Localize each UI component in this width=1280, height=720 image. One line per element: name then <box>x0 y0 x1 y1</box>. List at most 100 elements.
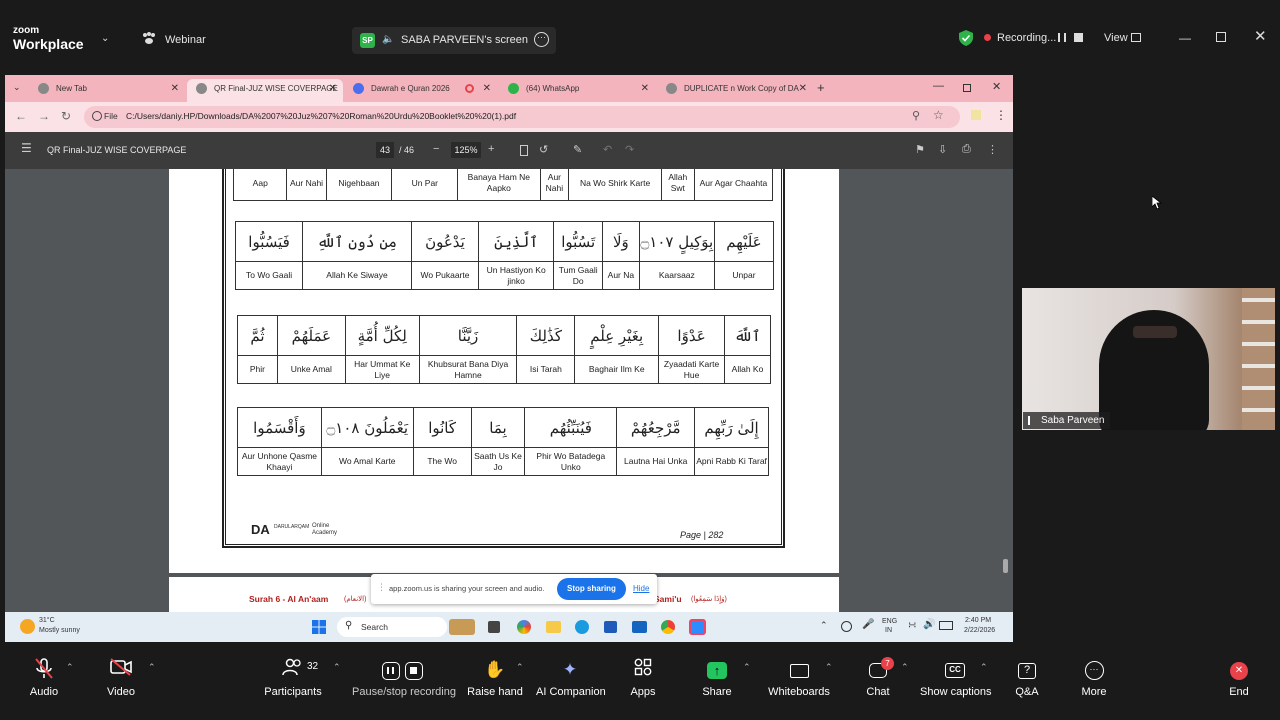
taskbar-search[interactable]: ⚲ Search <box>337 617 447 637</box>
apps-button[interactable]: Apps <box>628 658 658 698</box>
annotate-icon[interactable]: ✎ <box>573 143 582 156</box>
volume-icon[interactable]: 🔊 <box>923 619 935 630</box>
audio-options-caret-icon[interactable]: ⌃ <box>66 662 74 673</box>
page-total: / 46 <box>399 145 415 155</box>
video-button[interactable]: Video <box>102 658 140 698</box>
file-explorer-icon[interactable] <box>546 621 561 633</box>
copilot-icon[interactable] <box>517 620 531 634</box>
back-icon[interactable]: ← <box>15 109 27 123</box>
rotate-icon[interactable]: ↺ <box>539 143 548 156</box>
print-icon[interactable]: ⎙ <box>962 143 971 156</box>
tab-close-icon[interactable]: ✕ <box>799 79 807 98</box>
view-button[interactable]: View <box>1104 32 1128 44</box>
tab-close-icon[interactable]: ✕ <box>483 79 491 98</box>
stop-sharing-button[interactable]: Stop sharing <box>557 578 626 600</box>
chat-caret-icon[interactable]: ⌃ <box>901 662 909 673</box>
chrome-icon[interactable] <box>661 620 675 634</box>
hamburger-menu-icon[interactable]: ☰ <box>21 141 32 155</box>
captions-caret-icon[interactable]: ⌃ <box>980 662 988 673</box>
more-button[interactable]: ··· More <box>1078 658 1110 698</box>
share-caret-icon[interactable]: ⌃ <box>743 662 751 673</box>
close-icon[interactable]: ✕ <box>1254 27 1267 45</box>
browser-menu-icon[interactable]: ⋮ <box>995 108 1007 122</box>
tab-close-icon[interactable]: ✕ <box>641 79 649 98</box>
bookmark-star-icon[interactable]: ☆ <box>933 108 944 122</box>
task-view-icon[interactable] <box>488 621 500 633</box>
cell-arabic: بِمَا <box>470 407 526 448</box>
hide-link[interactable]: Hide <box>633 584 649 593</box>
restore-icon[interactable] <box>1216 32 1226 42</box>
participant-video-tile[interactable]: Saba Parveen <box>1022 288 1275 430</box>
drag-handle-icon[interactable]: ⋮ <box>377 582 386 593</box>
forward-icon[interactable]: → <box>38 109 50 123</box>
network-icon[interactable]: ∺ <box>908 620 916 631</box>
reload-icon[interactable]: ↻ <box>61 109 71 123</box>
weather-icon[interactable] <box>20 619 35 634</box>
video-options-caret-icon[interactable]: ⌃ <box>148 662 156 673</box>
signature-icon[interactable]: ⚑ <box>915 143 925 156</box>
participants-caret-icon[interactable]: ⌃ <box>333 662 341 673</box>
tab-search-icon[interactable]: ⌄ <box>13 82 21 93</box>
new-tab-icon[interactable]: + <box>817 80 825 95</box>
minimize-icon[interactable]: — <box>1179 31 1191 45</box>
clock-time[interactable]: 2:40 PM <box>965 617 991 624</box>
participants-count: 32 <box>307 661 319 672</box>
tab-whatsapp[interactable]: (64) WhatsApp ✕ <box>499 79 655 102</box>
undo-icon[interactable]: ↶ <box>603 143 612 156</box>
weather-desc: Mostly sunny <box>39 627 80 634</box>
pause-recording-icon[interactable] <box>1058 33 1066 42</box>
url-field[interactable]: File C:/Users/daniy.HP/Downloads/DA%2007… <box>84 106 960 128</box>
tray-overflow-icon[interactable]: ⌃ <box>820 620 828 631</box>
tab-dawrah[interactable]: Dawrah e Quran 2026 ✕ <box>344 79 497 102</box>
download-icon[interactable]: ⇩ <box>938 143 947 156</box>
redo-icon[interactable]: ↷ <box>625 143 634 156</box>
outlook-icon[interactable] <box>632 621 647 633</box>
zoom-taskbar-icon[interactable] <box>689 619 706 635</box>
windows-start-icon[interactable] <box>312 620 326 634</box>
whiteboards-caret-icon[interactable]: ⌃ <box>825 662 833 673</box>
edge-icon[interactable] <box>575 620 589 634</box>
tab-duplicate[interactable]: DUPLICATE n Work Copy of DA ✕ <box>657 79 813 102</box>
tab-close-icon[interactable]: ✕ <box>171 79 179 98</box>
search-label: Search <box>361 622 388 632</box>
microphone-tray-icon[interactable]: 🎤 <box>862 619 874 630</box>
stop-recording-icon[interactable] <box>1074 33 1083 42</box>
audio-button[interactable]: Audio <box>25 658 63 698</box>
store-icon[interactable] <box>604 621 617 633</box>
pdf-viewport[interactable]: Aap Aur Nahi Nigehbaan Un Par Banaya Ham… <box>5 169 1013 612</box>
pdf-scrollbar[interactable] <box>1002 171 1010 609</box>
chevron-down-icon[interactable]: ⌄ <box>101 33 109 44</box>
search-highlight-icon[interactable] <box>449 619 475 635</box>
pdf-more-icon[interactable]: ⋮ <box>987 143 998 156</box>
pause-stop-recording-button[interactable]: Pause/stop recording <box>352 658 456 698</box>
extension-icon[interactable] <box>971 110 981 120</box>
tray-app-icon[interactable] <box>841 621 852 632</box>
lang-1[interactable]: ENG <box>882 618 897 625</box>
share-button[interactable]: ↑ Share <box>700 658 734 698</box>
whiteboards-button[interactable]: Whiteboards <box>766 658 832 698</box>
tab-close-icon[interactable]: ✕ <box>329 79 337 98</box>
battery-icon[interactable] <box>939 621 953 630</box>
window-close-icon[interactable]: ✕ <box>992 80 1001 93</box>
clock-date[interactable]: 2/22/2026 <box>964 627 995 634</box>
zoom-input[interactable]: 125% <box>451 142 481 158</box>
audio-label: Audio <box>29 686 59 698</box>
next-page-juz: Sami'u <box>654 594 682 604</box>
tab-qr-final[interactable]: QR Final-JUZ WISE COVERPAGE ✕ <box>187 79 343 102</box>
tab-new-tab[interactable]: New Tab ✕ <box>29 79 185 102</box>
screen-share-indicator[interactable]: SP 🔈 SABA PARVEEN's screen ··· <box>352 27 556 54</box>
lang-2[interactable]: IN <box>885 627 892 634</box>
end-button[interactable]: ✕ End <box>1224 658 1254 698</box>
zoom-magnifier-icon[interactable]: ⚲ <box>912 109 920 122</box>
window-minimize-icon[interactable]: — <box>933 80 944 92</box>
more-options-icon[interactable]: ··· <box>534 32 549 47</box>
window-restore-icon[interactable] <box>963 84 971 92</box>
ai-companion-button[interactable]: ✦ AI Companion <box>536 658 606 698</box>
page-number-input[interactable]: 43 <box>376 142 394 158</box>
reactions-caret-icon[interactable]: ⌃ <box>516 662 524 673</box>
qa-button[interactable]: ? Q&A <box>1012 658 1042 698</box>
zoom-out-icon[interactable]: − <box>433 143 439 155</box>
fit-page-icon[interactable] <box>520 145 528 156</box>
scrollbar-thumb[interactable] <box>1003 559 1008 573</box>
zoom-in-icon[interactable]: + <box>488 143 494 155</box>
